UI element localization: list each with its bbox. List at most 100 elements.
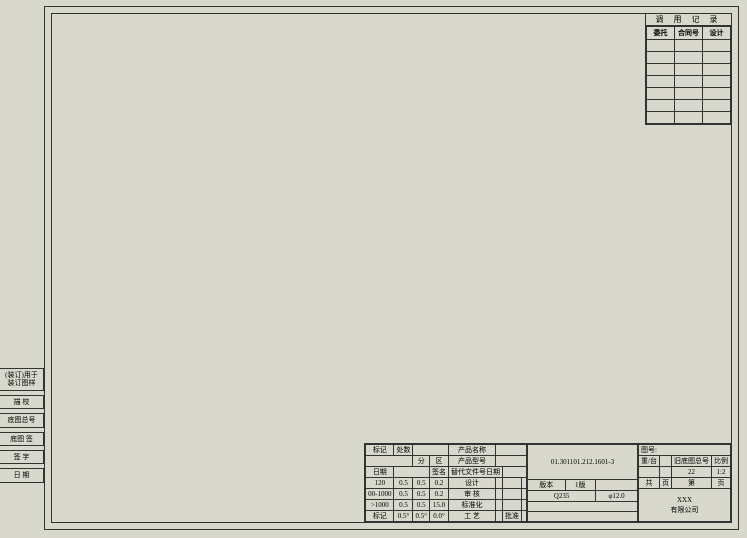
- left-label: 签 字: [0, 450, 44, 464]
- tb-cell: 比例: [712, 456, 731, 467]
- tb-cell: 00-1000: [366, 489, 394, 500]
- title-block-left: 标记 处数 产品名称 分 区 产品型号 日期 签名 替代文: [365, 444, 527, 522]
- tb-cell: [495, 456, 526, 467]
- title-block-mid: 01.301101.212.1601-3 版本 1版 Q235 φ12.0: [527, 444, 638, 522]
- usage-cell: [703, 76, 731, 88]
- drawing-frame-inner: 调 用 记 录 委托 合同号 设计 标记 处数: [51, 13, 732, 523]
- tb-cell: [495, 489, 502, 500]
- tb-cell: 页: [660, 478, 672, 489]
- tb-cell: [503, 467, 527, 478]
- usage-cell: [703, 112, 731, 124]
- tb-cell: 审 核: [449, 489, 496, 500]
- usage-cell: [647, 76, 675, 88]
- tb-cell: 0.5: [413, 500, 430, 511]
- tb-cell: 工 艺: [449, 511, 496, 522]
- tb-cell: 批准: [503, 511, 522, 522]
- drawing-number: 01.301101.212.1601-3: [528, 445, 638, 480]
- company-line1: XXX: [641, 495, 728, 505]
- tb-cell: 0.0°: [430, 511, 449, 522]
- tb-cell: 日期: [366, 467, 394, 478]
- tb-cell: 旧底图总号: [672, 456, 712, 467]
- tb-cell: 0.2: [430, 489, 449, 500]
- company-line2: 有限公司: [641, 505, 728, 515]
- tb-cell: [413, 445, 449, 456]
- tb-cell: [596, 480, 638, 491]
- tb-cell: 设计: [449, 478, 496, 489]
- usage-cell: [703, 64, 731, 76]
- tb-cell: 图号:: [639, 445, 731, 456]
- tb-cell: 0.5: [394, 500, 413, 511]
- left-label: 描 校: [0, 395, 44, 409]
- tb-cell: 第: [672, 478, 712, 489]
- tb-cell: [522, 511, 527, 522]
- tb-cell: [495, 445, 526, 456]
- tb-cell: [495, 511, 502, 522]
- left-margin-labels: (装订)用于装订图样 描 校 底图总号 底图 签 签 字 日 期: [0, 368, 44, 487]
- usage-header: 合同号: [675, 27, 703, 40]
- usage-cell: [647, 112, 675, 124]
- tb-cell: [522, 500, 527, 511]
- tb-cell: 0.5°: [394, 511, 413, 522]
- usage-cell: [675, 88, 703, 100]
- tb-cell: [366, 456, 413, 467]
- tb-cell: [660, 467, 672, 478]
- tb-cell: 120: [366, 478, 394, 489]
- tb-cell: [528, 512, 638, 522]
- tb-cell: 1:2: [712, 467, 731, 478]
- tb-cell: 分: [413, 456, 430, 467]
- usage-record-title: 调 用 记 录: [646, 14, 731, 26]
- tb-cell: 替代文件号日期: [449, 467, 503, 478]
- usage-cell: [647, 40, 675, 52]
- tb-cell: 签名: [430, 467, 449, 478]
- usage-cell: [675, 112, 703, 124]
- tb-cell: >1000: [366, 500, 394, 511]
- tb-cell: [522, 489, 527, 500]
- tb-cell: [528, 502, 638, 512]
- tb-cell: 15.0: [430, 500, 449, 511]
- tb-cell: 0.5: [413, 478, 430, 489]
- left-label: 底图总号: [0, 413, 44, 427]
- tb-cell: 1版: [565, 480, 596, 491]
- usage-cell: [647, 52, 675, 64]
- tb-cell: 共: [639, 478, 660, 489]
- usage-cell: [675, 64, 703, 76]
- tb-cell: 标记: [366, 445, 394, 456]
- company-name: XXX 有限公司: [639, 489, 731, 522]
- tb-cell: 产品名称: [449, 445, 496, 456]
- usage-cell: [675, 76, 703, 88]
- usage-cell: [675, 52, 703, 64]
- left-label: 底图 签: [0, 432, 44, 446]
- tb-cell: 22: [672, 467, 712, 478]
- tb-cell: 标记: [366, 511, 394, 522]
- tb-cell: [660, 456, 672, 467]
- tb-cell: 0.5: [413, 489, 430, 500]
- tb-cell: 0.5: [394, 489, 413, 500]
- tb-cell: 产品型号: [449, 456, 496, 467]
- tb-cell: [503, 478, 522, 489]
- tb-cell: 0.2: [430, 478, 449, 489]
- title-block-right: 图号: 重/台 旧底图总号 比例 22 1:2 共 页 第: [638, 444, 731, 522]
- usage-cell: [703, 52, 731, 64]
- usage-cell: [703, 88, 731, 100]
- drawing-frame-outer: 调 用 记 录 委托 合同号 设计 标记 处数: [44, 6, 739, 530]
- usage-record-table: 委托 合同号 设计: [646, 26, 731, 124]
- tb-cell: 重/台: [639, 456, 660, 467]
- usage-cell: [675, 100, 703, 112]
- usage-cell: [675, 40, 703, 52]
- tb-cell: [394, 467, 430, 478]
- tb-cell: 区: [430, 456, 449, 467]
- tb-cell: [639, 467, 660, 478]
- left-label: (装订)用于装订图样: [0, 368, 44, 391]
- tb-cell: φ12.0: [596, 491, 638, 502]
- usage-cell: [703, 100, 731, 112]
- tb-cell: 0.5°: [413, 511, 430, 522]
- tb-cell: 处数: [394, 445, 413, 456]
- usage-cell: [647, 100, 675, 112]
- tb-cell: [522, 478, 527, 489]
- tb-cell: [495, 478, 502, 489]
- tb-cell: [495, 500, 502, 511]
- tb-cell: 版本: [528, 480, 565, 491]
- tb-cell: [503, 489, 522, 500]
- tb-cell: 页: [712, 478, 731, 489]
- left-label: 日 期: [0, 468, 44, 482]
